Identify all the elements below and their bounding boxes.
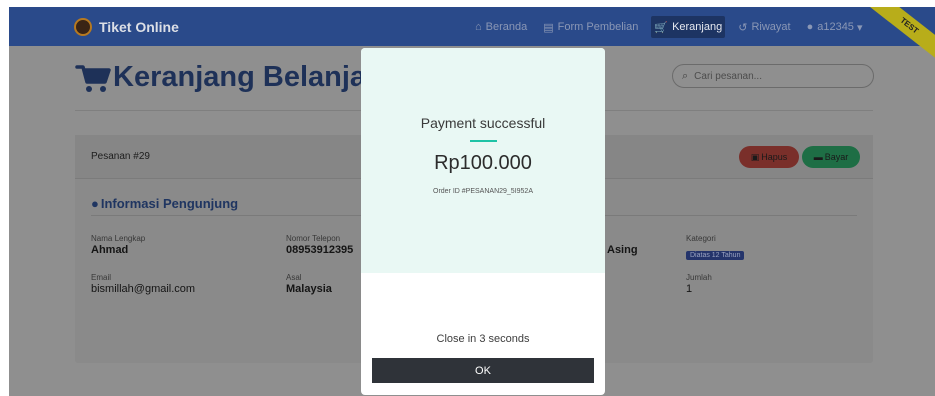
modal-accent-bar (470, 140, 497, 142)
payment-success-modal: Payment successful Rp100.000 Order ID #P… (361, 48, 605, 395)
field-value: Malaysia (286, 283, 332, 295)
category-badge: Diatas 12 Tahun (686, 251, 745, 260)
visitor-info-title: Informasi Pengunjung (100, 196, 239, 211)
field-value: Ahmad (91, 244, 129, 256)
cart-icon: 🛒 (654, 21, 669, 34)
home-icon: ⌂ (475, 21, 482, 33)
search-icon: ⌕ (682, 69, 689, 82)
modal-header-area: Payment successful Rp100.000 Order ID #P… (361, 48, 605, 273)
field-value: Asing (607, 244, 638, 256)
pay-button[interactable]: ▬ Bayar (802, 146, 860, 168)
brand-name: Tiket Online (99, 19, 179, 35)
field-label: Kategori (686, 234, 716, 243)
visitor-info-heading: ● Informasi Pengunjung (91, 196, 238, 211)
nav-item-form-pembelian[interactable]: ▤ Form Pembelian (540, 16, 641, 38)
order-id: Order ID #PESANAN29_5I952A (433, 188, 533, 195)
nav-item-user-menu[interactable]: ● a12345 ▾ (804, 16, 866, 38)
page-title: Keranjang Belanja (75, 61, 366, 94)
delete-button-label: Hapus (761, 152, 788, 162)
page-title-text: Keranjang Belanja (113, 61, 367, 93)
payment-amount: Rp100.000 (434, 152, 532, 174)
ok-button[interactable]: OK (372, 358, 594, 383)
field-name: Nama Lengkap Ahmad (91, 234, 145, 257)
close-countdown: Close in 3 seconds (436, 333, 530, 345)
brand[interactable]: Tiket Online (74, 17, 179, 37)
nav-item-label: Riwayat (751, 21, 791, 33)
search-placeholder: Cari pesanan... (694, 70, 762, 82)
nav-links: ⌂ Beranda ▤ Form Pembelian 🛒 Keranjang ↺… (472, 16, 875, 38)
cart-icon (75, 64, 111, 92)
field-label: Email (91, 273, 112, 282)
field-value: 1 (686, 283, 693, 295)
brand-logo-icon (74, 18, 92, 36)
field-label: Jumlah (686, 273, 712, 282)
field-label: Asal (286, 273, 302, 282)
user-icon: ● (806, 21, 814, 33)
order-number: Pesanan #29 (91, 151, 150, 162)
field-email: Email bismillah@gmail.com (91, 273, 195, 296)
history-icon: ↺ (738, 21, 748, 34)
field-origin: Asal Malaysia (286, 273, 332, 296)
form-icon: ▤ (543, 21, 554, 34)
app-window: Tiket Online ⌂ Beranda ▤ Form Pembelian … (9, 7, 935, 396)
delete-button[interactable]: ▣ Hapus (739, 146, 799, 168)
field-phone: Nomor Telepon 08953912395 (286, 234, 353, 257)
field-quantity: Jumlah 1 (686, 273, 712, 296)
trash-icon: ▣ (750, 151, 760, 162)
field-type: Asing (607, 244, 638, 257)
field-category: Kategori Diatas 12 Tahun (686, 234, 745, 262)
nav-item-beranda[interactable]: ⌂ Beranda (472, 16, 530, 38)
nav-item-label: Form Pembelian (557, 21, 639, 33)
field-label: Nama Lengkap (91, 234, 146, 243)
search-input[interactable]: ⌕ Cari pesanan... (672, 64, 874, 88)
modal-title: Payment successful (420, 115, 546, 131)
navbar: Tiket Online ⌂ Beranda ▤ Form Pembelian … (9, 7, 935, 71)
nav-item-keranjang[interactable]: 🛒 Keranjang (651, 16, 726, 38)
field-value: bismillah@gmail.com (91, 283, 196, 295)
info-icon: ● (91, 196, 99, 211)
nav-item-label: a12345 (817, 21, 854, 33)
field-value: 08953912395 (286, 244, 354, 256)
nav-item-label: Keranjang (672, 21, 723, 33)
wallet-icon: ▬ (813, 152, 823, 162)
pay-button-label: Bayar (824, 152, 849, 162)
nav-item-label: Beranda (485, 21, 528, 33)
field-label: Nomor Telepon (286, 234, 341, 243)
chevron-down-icon: ▾ (856, 21, 863, 34)
nav-item-riwayat[interactable]: ↺ Riwayat (735, 16, 793, 38)
